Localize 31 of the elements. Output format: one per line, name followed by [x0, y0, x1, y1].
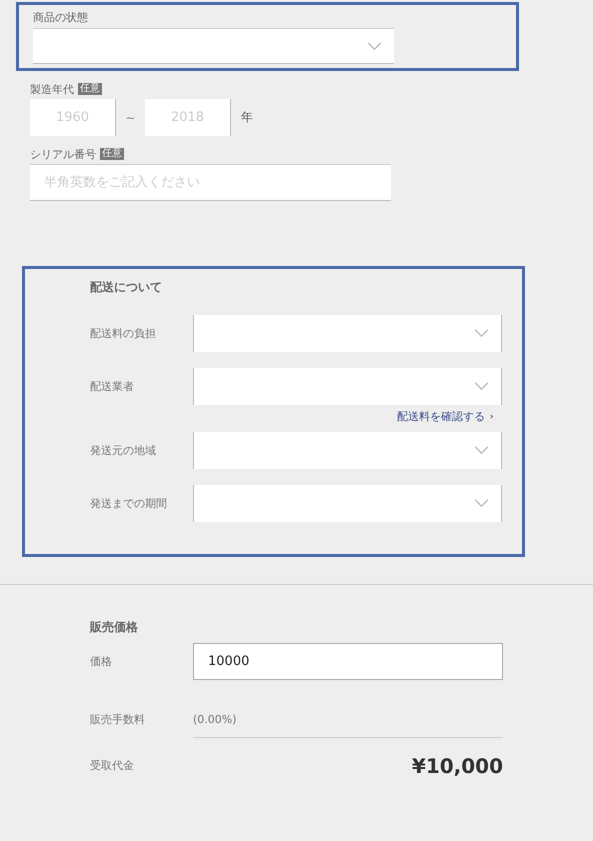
chevron-icon [474, 446, 489, 455]
section-title: 販売価格 [90, 619, 139, 636]
field-label: 製造年代 [30, 82, 74, 96]
optional-badge: 任意 [100, 148, 124, 160]
select-field[interactable] [192, 315, 502, 352]
unit-label: 年 [241, 109, 253, 126]
field-label: 受取代金 [90, 758, 135, 773]
section-title: 配送について [90, 279, 163, 296]
chevron-icon [490, 412, 496, 421]
select-field[interactable] [192, 368, 502, 405]
price-field[interactable]: 10000 [193, 643, 503, 680]
field-label: 配送料の負担 [90, 326, 157, 341]
proceeds-amount: ¥10,000 [412, 754, 503, 778]
select-field[interactable] [192, 432, 502, 469]
range-separator: ~ [124, 110, 137, 124]
field-label: 価格 [90, 654, 113, 669]
select-field[interactable] [192, 485, 502, 522]
link[interactable]: 配送料を確認する [90, 409, 496, 424]
chevron-icon [474, 382, 489, 391]
select-field[interactable] [33, 28, 394, 64]
fee-rate: (0.00%) [193, 712, 237, 726]
field-label: 発送元の地域 [90, 443, 157, 458]
field-label: 販売手数料 [90, 712, 146, 726]
chevron-icon [474, 499, 489, 508]
chevron-icon [367, 42, 382, 50]
optional-badge: 任意 [78, 83, 102, 95]
chevron-icon [474, 329, 489, 338]
field-label: 商品の状態 [33, 10, 89, 25]
field-label: シリアル番号 [30, 146, 96, 162]
field-label: 発送までの期間 [90, 496, 168, 511]
field-label: 配送業者 [90, 379, 135, 394]
